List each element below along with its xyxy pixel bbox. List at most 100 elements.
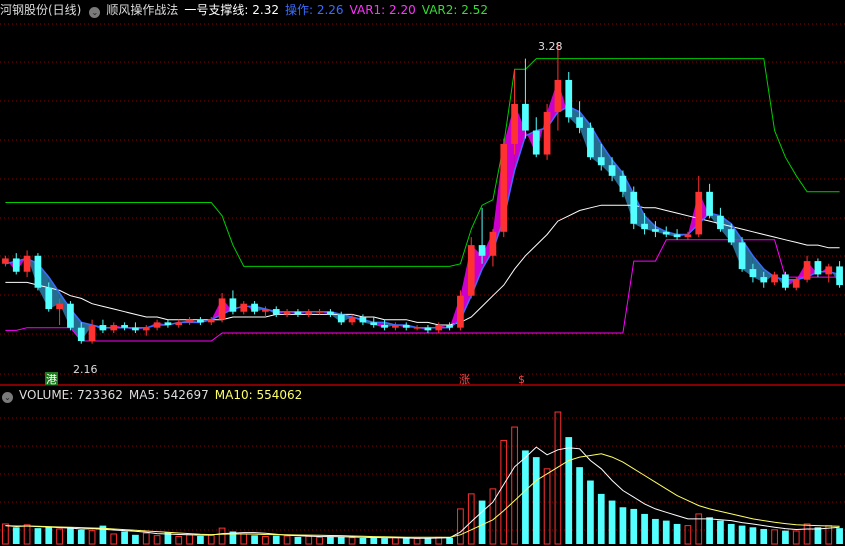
candle-body <box>186 319 193 323</box>
candle-body <box>218 298 226 320</box>
volume-bar <box>543 468 551 545</box>
candle-body <box>392 325 399 328</box>
candle-body <box>435 325 443 331</box>
var2-line <box>5 58 840 267</box>
volume-bar <box>803 523 811 545</box>
candle-body <box>272 309 280 315</box>
volume-bar <box>662 520 670 544</box>
volume-bar <box>337 536 345 544</box>
candle-body <box>652 229 659 232</box>
volume-bar <box>392 537 399 545</box>
volume-bar <box>522 450 529 544</box>
volume-bar <box>424 537 432 544</box>
volume-bar <box>56 528 63 545</box>
candle-body <box>814 261 822 275</box>
candle-body <box>197 319 204 323</box>
candle-body <box>45 287 53 310</box>
ma-line <box>5 204 840 326</box>
badge-dollar: $ <box>518 373 525 386</box>
volume-bar <box>23 524 31 545</box>
candle-body <box>771 274 778 283</box>
candle-body <box>825 266 833 275</box>
candle-body <box>511 103 518 144</box>
candle-body <box>164 322 172 326</box>
volume-bar <box>673 523 681 544</box>
candle-body <box>413 327 421 329</box>
candle-body <box>565 79 573 118</box>
volume-bar <box>478 500 486 544</box>
volume-bar <box>2 523 9 545</box>
volume-bar <box>446 537 453 544</box>
trend-band <box>5 79 840 342</box>
volume-bar <box>511 426 518 545</box>
kline-chart[interactable]: 3.28 2.16 港 涨 $ <box>0 0 845 546</box>
candle-body <box>717 215 724 230</box>
candle-body <box>695 191 703 235</box>
volume-bar <box>836 528 843 544</box>
candle-body <box>99 325 107 331</box>
volume-bar <box>186 534 193 545</box>
candle-body <box>489 231 497 256</box>
candle-body <box>121 325 128 328</box>
badge-gang: 港 <box>46 373 57 386</box>
volume-bar <box>467 493 475 545</box>
volume-bar <box>760 528 768 544</box>
candle-body <box>457 295 464 328</box>
candle-body <box>56 303 63 310</box>
candle-body <box>803 261 811 280</box>
volume-bar <box>359 537 367 544</box>
candle-body <box>229 298 237 312</box>
volume-bar <box>251 535 258 544</box>
candle-body <box>370 322 378 326</box>
candle-body <box>34 255 42 288</box>
volume-bar <box>500 439 508 545</box>
var1-line <box>5 239 840 342</box>
candle-body <box>522 103 529 131</box>
candle-body <box>727 229 735 243</box>
candle-body <box>424 327 432 331</box>
volume-bar <box>67 527 74 544</box>
volume-bar <box>554 411 562 545</box>
volume-bar <box>684 525 692 545</box>
candle-body <box>673 234 681 238</box>
volume-bar <box>381 538 388 544</box>
volume-bar <box>576 467 583 544</box>
candle-body <box>240 303 248 312</box>
volume-bar <box>262 535 269 545</box>
candle-body <box>262 309 269 312</box>
candle-body <box>359 317 367 323</box>
low-price-label: 2.16 <box>73 363 98 376</box>
candle-body <box>662 231 670 235</box>
candle-body <box>446 325 453 328</box>
volume-bar <box>597 493 605 544</box>
vol-ma5-line <box>5 446 840 539</box>
volume-bar <box>489 488 497 545</box>
volume-bar <box>792 530 800 545</box>
volume-bar <box>121 531 128 544</box>
candle-body <box>792 279 800 288</box>
candle-body <box>175 322 183 326</box>
candle-body <box>142 327 150 331</box>
volume-bar <box>717 520 724 544</box>
volume-bar <box>294 536 302 544</box>
volume-bar <box>207 534 215 545</box>
candle-body <box>587 127 594 158</box>
volume-bar <box>370 537 378 544</box>
volume-bar <box>316 536 323 545</box>
candle-body <box>467 245 475 296</box>
candle-body <box>77 327 85 342</box>
candle-body <box>760 277 768 283</box>
candle-body <box>684 234 692 238</box>
volume-bar <box>771 529 778 545</box>
candles <box>2 42 843 344</box>
candle-body <box>12 258 20 272</box>
high-price-label: 3.28 <box>538 40 563 53</box>
volume-bar <box>413 538 421 545</box>
volume-bar <box>34 528 42 544</box>
candle-body <box>348 317 356 323</box>
volume-bar <box>272 535 280 544</box>
candle-body <box>608 165 616 176</box>
candle-body <box>500 143 508 232</box>
candle-body <box>381 325 388 328</box>
indicator-lines <box>5 58 840 342</box>
